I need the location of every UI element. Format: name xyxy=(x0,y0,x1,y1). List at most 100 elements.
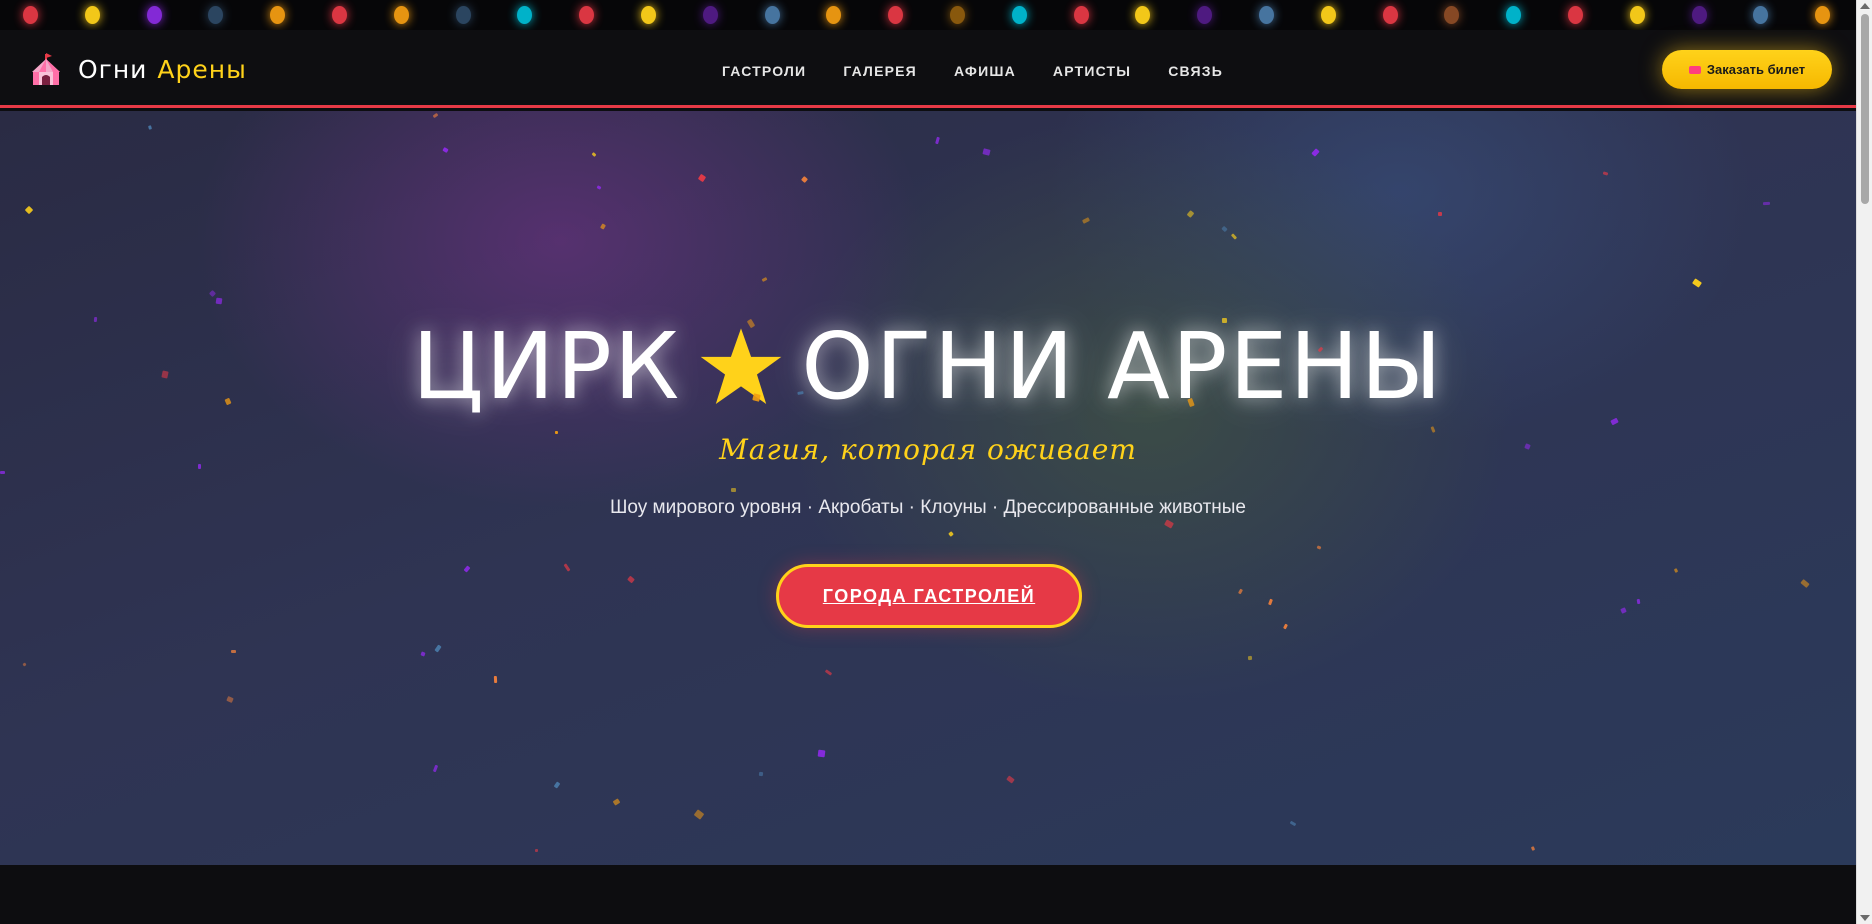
confetti-piece xyxy=(432,112,439,119)
light-bulb xyxy=(1568,6,1583,24)
confetti-piece xyxy=(697,173,707,183)
scroll-thumb[interactable] xyxy=(1861,14,1869,204)
light-bulb xyxy=(1444,6,1460,24)
confetti-piece xyxy=(693,809,705,820)
light-bulb xyxy=(641,6,656,24)
confetti-piece xyxy=(627,575,635,584)
light-bulb xyxy=(517,6,533,24)
confetti-piece xyxy=(553,781,561,789)
site-header: Огни Арены ГАСТРОЛИ ГАЛЕРЕЯ АФИША АРТИСТЫ… xyxy=(0,30,1856,108)
ticket-icon xyxy=(1688,65,1701,74)
light-bulb xyxy=(208,6,224,24)
confetti-piece xyxy=(599,223,607,230)
hero-subline: Шоу мирового уровня · Акробаты · Клоуны … xyxy=(609,497,1246,518)
light-bulb xyxy=(1506,6,1522,24)
hero-title-left: ЦИРК xyxy=(412,313,682,420)
light-bulb xyxy=(1135,6,1151,24)
confetti-piece xyxy=(948,531,954,537)
light-bulb xyxy=(146,6,162,24)
light-bulb xyxy=(270,6,286,24)
main-nav: ГАСТРОЛИ ГАЛЕРЕЯ АФИША АРТИСТЫ СВЯЗЬ xyxy=(722,63,1260,79)
light-bulb xyxy=(826,6,842,24)
scroll-up-arrow-icon[interactable] xyxy=(1860,3,1870,9)
confetti-piece xyxy=(534,848,539,853)
light-bulb xyxy=(455,6,471,24)
light-bulb xyxy=(702,6,718,24)
page-scrollbar[interactable] xyxy=(1856,0,1872,924)
confetti-piece xyxy=(442,146,449,154)
confetti-piece xyxy=(1230,233,1238,240)
confetti-piece xyxy=(93,316,98,323)
confetti-piece xyxy=(1692,278,1702,288)
confetti-piece xyxy=(1610,417,1619,426)
brand-name-part1: Огни xyxy=(78,54,148,84)
confetti-piece xyxy=(1164,519,1174,529)
hero-title-right: ОГНИ АРЕНЫ xyxy=(801,313,1444,420)
confetti-piece xyxy=(761,277,768,282)
next-section-edge xyxy=(0,865,1856,924)
confetti-piece xyxy=(1006,775,1015,784)
confetti-piece xyxy=(758,771,764,777)
confetti-piece xyxy=(554,430,559,435)
order-ticket-label: Заказать билет xyxy=(1706,62,1806,77)
confetti-piece xyxy=(982,148,991,156)
confetti-piece xyxy=(1620,607,1627,614)
scroll-down-arrow-icon[interactable] xyxy=(1860,915,1870,921)
order-ticket-button[interactable]: Заказать билет xyxy=(1662,50,1832,89)
circus-tent-icon xyxy=(32,53,60,85)
confetti-piece xyxy=(824,669,833,676)
confetti-piece xyxy=(1221,225,1228,233)
confetti-piece xyxy=(198,464,201,469)
confetti-piece xyxy=(935,136,940,145)
string-lights-strip xyxy=(0,0,1856,30)
light-bulb xyxy=(1382,6,1398,24)
light-bulb xyxy=(950,6,965,24)
confetti-piece xyxy=(591,152,597,157)
light-bulb xyxy=(764,6,780,24)
hero-title: ЦИРК ОГНИ АРЕНЫ xyxy=(0,313,1856,420)
confetti-piece xyxy=(1636,598,1641,605)
confetti-piece xyxy=(420,651,426,657)
confetti-piece xyxy=(434,644,442,653)
confetti-piece xyxy=(1430,426,1436,433)
light-bulb xyxy=(1691,6,1707,24)
confetti-piece xyxy=(1247,655,1253,661)
nav-item-contact[interactable]: СВЯЗЬ xyxy=(1168,63,1223,79)
light-bulb xyxy=(1073,6,1089,24)
confetti-piece xyxy=(563,563,571,572)
brand-logo[interactable]: Огни Арены xyxy=(30,50,247,88)
confetti-piece xyxy=(1316,545,1322,550)
confetti-piece xyxy=(817,749,826,758)
confetti-piece xyxy=(432,764,439,773)
light-bulb xyxy=(1011,6,1027,24)
confetti-piece xyxy=(1186,210,1195,218)
brand-name-part2: Арены xyxy=(157,54,247,84)
confetti-piece xyxy=(1602,171,1609,176)
confetti-piece xyxy=(24,205,34,215)
confetti-piece xyxy=(1268,598,1273,606)
nav-item-tours[interactable]: ГАСТРОЛИ xyxy=(722,63,806,79)
confetti-piece xyxy=(612,798,621,806)
nav-item-poster[interactable]: АФИША xyxy=(954,63,1016,79)
confetti-piece xyxy=(730,487,737,493)
confetti-piece xyxy=(596,185,602,190)
hero-tagline: Магия, которая оживает xyxy=(719,433,1137,466)
light-bulb xyxy=(1320,6,1336,24)
light-bulb xyxy=(1815,6,1831,24)
hero-section: ЦИРК ОГНИ АРЕНЫ Магия, которая оживает Ш… xyxy=(0,111,1856,865)
light-bulb xyxy=(332,6,347,24)
confetti-piece xyxy=(1221,317,1228,324)
light-bulb xyxy=(1753,6,1769,24)
nav-item-gallery[interactable]: ГАЛЕРЕЯ xyxy=(843,63,917,79)
tour-cities-button[interactable]: ГОРОДА ГАСТРОЛЕЙ xyxy=(776,564,1082,628)
confetti-piece xyxy=(208,289,217,298)
light-bulb xyxy=(888,6,904,24)
light-bulb xyxy=(23,6,38,24)
confetti-piece xyxy=(22,662,27,667)
nav-item-artists[interactable]: АРТИСТЫ xyxy=(1053,63,1131,79)
light-bulb xyxy=(1197,6,1213,24)
confetti-piece xyxy=(0,471,5,474)
confetti-piece xyxy=(226,696,234,703)
confetti-piece xyxy=(148,125,152,130)
confetti-piece xyxy=(1673,568,1679,573)
